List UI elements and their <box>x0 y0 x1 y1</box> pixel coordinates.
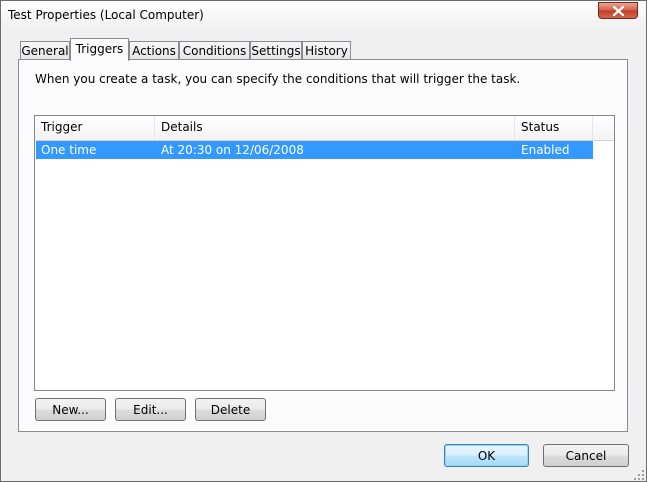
new-trigger-button[interactable]: New... <box>35 398 106 421</box>
cancel-button[interactable]: Cancel <box>543 444 629 467</box>
tab-conditions[interactable]: Conditions <box>179 41 250 60</box>
cell-status: Enabled <box>521 143 570 157</box>
tab-actions[interactable]: Actions <box>129 41 179 60</box>
description-text: When you create a task, you can specify … <box>35 72 521 86</box>
tab-history[interactable]: History <box>302 41 351 60</box>
close-icon <box>612 6 625 16</box>
close-button[interactable] <box>598 2 638 19</box>
column-header-status[interactable]: Status <box>515 116 593 140</box>
properties-window: Test Properties (Local Computer) General… <box>0 0 647 482</box>
delete-trigger-button[interactable]: Delete <box>195 398 266 421</box>
column-header-details[interactable]: Details <box>155 116 515 140</box>
edit-trigger-button[interactable]: Edit... <box>115 398 186 421</box>
triggers-tab-panel: When you create a task, you can specify … <box>18 59 628 432</box>
tab-general[interactable]: General <box>20 41 70 60</box>
resize-grip-icon[interactable] <box>633 469 645 481</box>
tab-settings[interactable]: Settings <box>250 41 302 60</box>
list-header: Trigger Details Status <box>35 116 614 141</box>
table-row[interactable]: One time At 20:30 on 12/06/2008 Enabled <box>36 141 593 159</box>
title-bar[interactable]: Test Properties (Local Computer) <box>1 1 646 30</box>
column-header-trigger[interactable]: Trigger <box>35 116 155 140</box>
tab-triggers[interactable]: Triggers <box>70 38 129 61</box>
cell-details: At 20:30 on 12/06/2008 <box>161 143 304 157</box>
triggers-list[interactable]: Trigger Details Status One time At 20:30… <box>34 115 615 391</box>
ok-button[interactable]: OK <box>444 444 529 467</box>
window-title: Test Properties (Local Computer) <box>8 8 204 22</box>
cell-trigger: One time <box>41 143 97 157</box>
